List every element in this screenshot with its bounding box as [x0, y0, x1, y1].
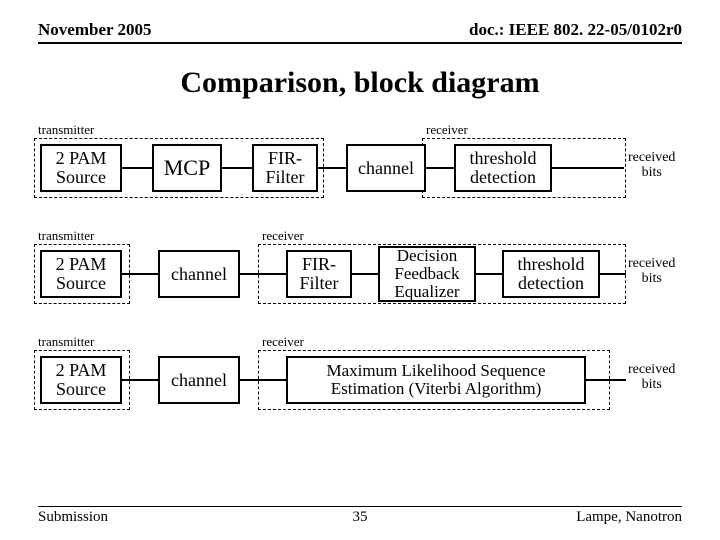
block-source: 2 PAM Source — [40, 250, 122, 298]
connector — [476, 273, 502, 275]
rx-label: receiver — [426, 122, 468, 138]
connector — [122, 273, 158, 275]
connector — [240, 273, 286, 275]
connector — [240, 379, 286, 381]
connector — [222, 167, 252, 169]
block-fir: FIR- Filter — [252, 144, 318, 192]
block-channel: channel — [158, 250, 240, 298]
block-mlse: Maximum Likelihood Sequence Estimation (… — [286, 356, 586, 404]
block-channel: channel — [158, 356, 240, 404]
rx-label: receiver — [262, 228, 304, 244]
connector — [122, 379, 158, 381]
tx-label: transmitter — [38, 122, 94, 138]
block-channel: channel — [346, 144, 426, 192]
connector — [122, 167, 152, 169]
slide-header: November 2005 doc.: IEEE 802. 22-05/0102… — [38, 20, 682, 44]
tx-label: transmitter — [38, 228, 94, 244]
block-source: 2 PAM Source — [40, 356, 122, 404]
connector — [352, 273, 378, 275]
output-label: received bits — [628, 256, 675, 287]
block-threshold: threshold detection — [502, 250, 600, 298]
rx-label: receiver — [262, 334, 304, 350]
page-number: 35 — [353, 509, 368, 526]
block-dfe: Decision Feedback Equalizer — [378, 246, 476, 302]
diagram-row-3: transmitter receiver 2 PAM Source channe… — [38, 336, 682, 414]
block-threshold: threshold detection — [454, 144, 552, 192]
tx-label: transmitter — [38, 334, 94, 350]
footer-right: Lampe, Nanotron — [576, 509, 682, 526]
output-label: received bits — [628, 150, 675, 181]
connector — [318, 167, 346, 169]
header-date: November 2005 — [38, 20, 151, 40]
connector — [586, 379, 626, 381]
diagram-row-2: transmitter receiver 2 PAM Source channe… — [38, 230, 682, 308]
block-fir: FIR- Filter — [286, 250, 352, 298]
diagram-row-1: transmitter receiver 2 PAM Source MCP FI… — [38, 124, 682, 202]
output-label: received bits — [628, 362, 675, 393]
slide-title: Comparison, block diagram — [38, 66, 682, 100]
block-source: 2 PAM Source — [40, 144, 122, 192]
footer-left: Submission — [38, 509, 108, 526]
connector — [600, 273, 626, 275]
header-doc: doc.: IEEE 802. 22-05/0102r0 — [469, 20, 682, 40]
block-mcp: MCP — [152, 144, 222, 192]
connector — [426, 167, 454, 169]
connector — [552, 167, 624, 169]
